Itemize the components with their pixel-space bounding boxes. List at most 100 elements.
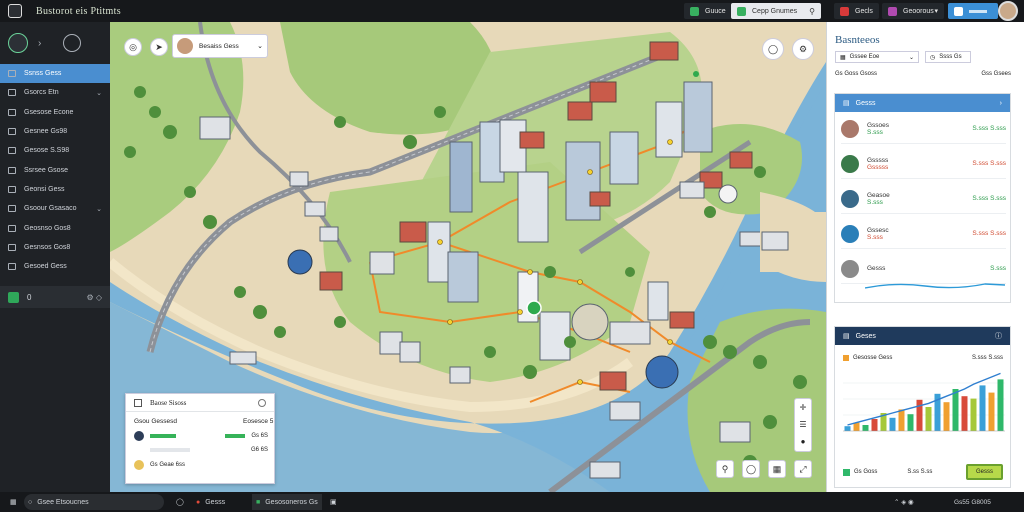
chevron-right-icon[interactable]: › xyxy=(38,38,41,49)
search-icon: ○ xyxy=(28,498,33,506)
chart-bar xyxy=(898,409,905,431)
chevron-down-icon: ▾ xyxy=(934,8,938,15)
chart-icon: ▤ xyxy=(843,333,850,340)
stat-row[interactable]: Geasoe S.sss S.sss S.sss xyxy=(841,184,1006,214)
close-icon[interactable] xyxy=(258,398,266,407)
stat-row[interactable]: Gssesc S.sss S.sss S.sss xyxy=(841,219,1006,249)
sidebar-item[interactable]: Gsorcs Etn ⌄ xyxy=(0,83,110,102)
expand-icon[interactable]: ⤢ xyxy=(794,460,812,478)
top-search-field[interactable]: Cepp Gnumes ⚲ xyxy=(731,3,821,19)
chevron-down-icon: ⌄ xyxy=(257,43,263,50)
status-icon xyxy=(134,431,144,441)
compass-icon[interactable]: ➤ xyxy=(150,38,168,56)
user-avatar xyxy=(177,38,193,54)
clock: Gs55 G8005 xyxy=(954,498,991,506)
sidebar-item[interactable]: Gesnsos Gos8 xyxy=(0,238,110,257)
browser-app[interactable]: ● Gesss xyxy=(192,494,229,510)
drop-icon[interactable]: ◯ xyxy=(742,460,760,478)
circle-app-icon[interactable]: ◯ xyxy=(172,494,188,510)
taskbar-search[interactable]: ○ Gsee Etsoucnes xyxy=(24,494,164,510)
coin-icon xyxy=(134,460,144,470)
square-icon xyxy=(954,6,963,16)
square-icon xyxy=(888,6,897,16)
progress-row-2: G6 6S xyxy=(134,445,268,455)
chart-card: ▤ Geses ⓘ Gesosse Gess S.sss S.sss Gs Go… xyxy=(834,326,1011,488)
chevron-down-icon: ⌄ xyxy=(96,205,102,213)
grid-icon[interactable]: ▦ xyxy=(768,460,786,478)
chart-bar xyxy=(907,414,914,431)
top-button-1[interactable]: Guuce xyxy=(684,3,732,19)
profile-icon[interactable] xyxy=(63,34,82,52)
menu-item-icon xyxy=(8,70,16,78)
stat-row[interactable]: Gsssss Gsssss S.sss S.sss xyxy=(841,149,1006,179)
sidebar-footer[interactable]: 0 ⚙ ◇ xyxy=(0,286,110,308)
zoom-controls[interactable]: ✛ ☰ ● xyxy=(794,398,812,452)
title-bar: Bustorot eis Ptitmts Guuce Cepp Gnumes ⚲… xyxy=(0,0,1024,22)
clock-icon: ◷ xyxy=(930,54,936,61)
chart-bar xyxy=(961,396,968,431)
sidebar-item[interactable]: Gesnee Gs98 xyxy=(0,122,110,141)
avatar[interactable] xyxy=(998,1,1018,21)
locate-icon[interactable]: ◎ xyxy=(124,38,142,56)
menu-item-icon xyxy=(8,263,16,271)
button-label-placeholder xyxy=(969,9,987,13)
menu-item-icon xyxy=(8,89,16,97)
sidebar-item[interactable]: Gesoed Gess xyxy=(0,257,110,276)
taskbar: ▦ ○ Gsee Etsoucnes ◯ ● Gesss ■ Gesosoner… xyxy=(0,492,1024,512)
status-icon xyxy=(8,291,19,303)
settings-icon[interactable]: ⚙ xyxy=(792,38,814,60)
user-chip[interactable]: Besaiss Gess ⌄ xyxy=(172,34,268,58)
progress-bar xyxy=(150,434,176,438)
chart-bar xyxy=(844,426,851,431)
location-popup[interactable]: Baose Sisoss Gsou Gessesd Eosesce 5 Gs 6… xyxy=(125,393,275,484)
chart-bar xyxy=(979,385,986,431)
sidebar-item[interactable]: Geonsi Gess xyxy=(0,180,110,199)
stat-avatar xyxy=(841,259,859,278)
zoom-in-icon[interactable]: ✛ xyxy=(795,399,811,416)
ruler-icon[interactable]: ☰ xyxy=(795,416,811,433)
start-icon[interactable]: ▦ xyxy=(6,494,21,510)
top-button-3[interactable]: Gecls xyxy=(834,3,879,19)
active-app[interactable]: ■ Gesosoneros Gs xyxy=(252,494,322,510)
square-icon xyxy=(737,6,746,16)
settings-icon[interactable]: ⚙ ◇ xyxy=(86,293,102,302)
chevron-right-icon[interactable]: › xyxy=(1000,100,1002,107)
chart-footer: Gs Goss S.ss S.ss Gesss xyxy=(843,461,1003,483)
menu-item-icon xyxy=(8,166,16,174)
menu-item-icon xyxy=(8,243,16,251)
action-button[interactable]: Gesss xyxy=(965,464,1003,480)
chart-bar xyxy=(997,379,1004,431)
sidebar-item[interactable]: Geosnso Gos8 xyxy=(0,218,110,237)
app-icon: ■ xyxy=(256,498,261,506)
sidebar-header: › xyxy=(0,22,110,64)
info-icon[interactable]: ⓘ xyxy=(995,331,1002,341)
sidebar-item[interactable]: Gesose S.S98 xyxy=(0,141,110,160)
sidebar-item[interactable]: Gsesose Econe xyxy=(0,103,110,122)
stat-avatar xyxy=(841,154,859,173)
layers-icon[interactable]: ◯ xyxy=(762,38,784,60)
menu-item-icon xyxy=(8,147,16,155)
chart-bar xyxy=(889,417,896,431)
top-dropdown[interactable]: Geoorous ▾ xyxy=(882,3,944,19)
chart-bar xyxy=(988,392,995,431)
chart-bar xyxy=(925,407,932,431)
chart-bar xyxy=(871,419,878,431)
logo-icon[interactable] xyxy=(8,33,28,53)
top-primary-button[interactable] xyxy=(948,3,998,19)
chevron-down-icon: ⌄ xyxy=(908,54,914,61)
sidebar-item[interactable]: Gsoour Gsasaco ⌄ xyxy=(0,199,110,218)
stat-row[interactable]: Gssoes S.sss S.sss S.sss xyxy=(841,114,1006,144)
tray-icons[interactable]: ⌃ ◈ ◉ xyxy=(890,494,918,510)
pin-icon[interactable]: ● xyxy=(795,433,811,450)
sidebar-item[interactable]: Ssnss Gess xyxy=(0,64,110,84)
chart-bar xyxy=(970,398,977,431)
sidebar-item[interactable]: Ssrsee Gsose xyxy=(0,160,110,179)
checkbox-icon[interactable] xyxy=(134,398,142,407)
filter-dropdown-2[interactable]: ◷ Ssss Gs xyxy=(925,51,971,63)
chart-bar xyxy=(943,402,950,431)
square-icon xyxy=(840,6,849,16)
pinned-app-icon[interactable]: ▣ xyxy=(326,494,341,510)
filter-dropdown-1[interactable]: ▦ Gssee Eoe ⌄ xyxy=(835,51,919,63)
pin-tool-icon[interactable]: ⚲ xyxy=(716,460,734,478)
stats-card: ▤ Gesss › Gssoes S.sss S.sss S.sss Gsssss Gs… xyxy=(834,93,1011,303)
